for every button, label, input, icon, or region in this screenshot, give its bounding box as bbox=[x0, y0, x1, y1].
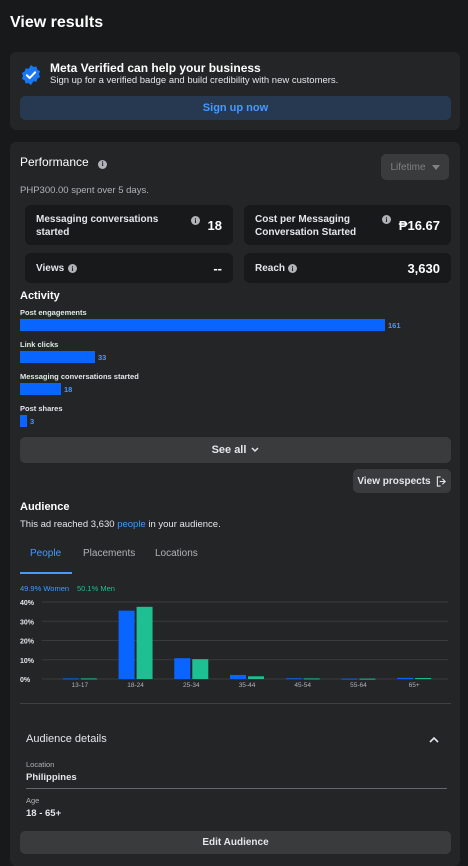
tab-locations[interactable]: Locations bbox=[155, 548, 198, 559]
active-tab-indicator bbox=[20, 572, 72, 574]
legend-men: 50.1% Men bbox=[77, 584, 115, 593]
metric-card-views: Views i -- bbox=[25, 253, 233, 283]
metric-card-reach: Reach i 3,630 bbox=[244, 253, 451, 283]
activity-value: 161 bbox=[388, 321, 401, 330]
reach-prefix: This ad reached 3,630 bbox=[20, 519, 118, 530]
x-tick-label: 45-54 bbox=[294, 682, 311, 689]
divider bbox=[26, 788, 447, 789]
bar-women-55-64[interactable] bbox=[341, 678, 358, 680]
age-gender-chart: 0% 10% 20% 30% 40% 13-17 18-24 25-34 35-44 45-54 5… bbox=[20, 600, 448, 689]
activity-bar bbox=[20, 415, 27, 427]
activity-label: Post engagements bbox=[20, 308, 87, 317]
location-value: Philippines bbox=[26, 772, 77, 783]
audience-reach-text: This ad reached 3,630 people in your aud… bbox=[20, 519, 221, 530]
activity-value: 18 bbox=[64, 385, 73, 394]
spent-summary: PHP300.00 spent over 5 days. bbox=[20, 185, 149, 196]
y-tick-label: 0% bbox=[20, 677, 31, 684]
metric-value: 3,630 bbox=[407, 261, 440, 276]
x-tick-label: 25-34 bbox=[183, 682, 200, 689]
bar-women-65+[interactable] bbox=[397, 677, 414, 679]
metric-card-cost-per-conversation: Cost per Messaging Conversation Started … bbox=[244, 205, 451, 245]
legend-women: 49.9% Women bbox=[20, 584, 70, 593]
info-icon[interactable]: i bbox=[98, 159, 108, 169]
info-icon[interactable]: i bbox=[191, 216, 200, 225]
activity-label: Link clicks bbox=[20, 340, 59, 349]
date-range-select[interactable]: Lifetime bbox=[381, 154, 449, 180]
tab-people[interactable]: People bbox=[30, 548, 61, 559]
metric-label: Reach bbox=[255, 263, 286, 274]
bar-men-13-17[interactable] bbox=[80, 678, 97, 680]
activity-label: Messaging conversations started bbox=[20, 372, 139, 381]
x-tick-label: 13-17 bbox=[72, 682, 89, 689]
bar-women-13-17[interactable] bbox=[62, 678, 79, 680]
activity-label: Post shares bbox=[20, 404, 63, 413]
bar-men-35-44[interactable] bbox=[248, 676, 264, 679]
bar-women-35-44[interactable] bbox=[230, 674, 246, 679]
x-tick-label: 18-24 bbox=[127, 682, 144, 689]
verified-subtext: Sign up for a verified badge and build c… bbox=[50, 75, 339, 86]
bar-women-18-24[interactable] bbox=[118, 610, 135, 679]
metric-label: Cost per Messaging Conversation Started bbox=[255, 214, 357, 238]
metric-label: Messaging conversations started bbox=[36, 214, 159, 238]
reach-suffix: in your audience. bbox=[145, 519, 221, 530]
view-prospects-label: View prospects bbox=[357, 475, 431, 487]
external-exit-icon bbox=[436, 475, 446, 487]
page-title: View results bbox=[10, 14, 104, 31]
bar-women-45-54[interactable] bbox=[285, 678, 302, 680]
see-all-button[interactable]: See all bbox=[20, 437, 451, 463]
date-range-value: Lifetime bbox=[390, 161, 426, 173]
location-label: Location bbox=[26, 760, 55, 769]
verified-badge-icon bbox=[21, 64, 41, 86]
bar-women-25-34[interactable] bbox=[174, 658, 191, 679]
bar-men-25-34[interactable] bbox=[192, 659, 209, 679]
info-icon[interactable]: i bbox=[68, 264, 77, 273]
y-tick-label: 10% bbox=[20, 658, 35, 665]
people-link[interactable]: people bbox=[117, 519, 146, 530]
verified-heading: Meta Verified can help your business bbox=[50, 61, 261, 75]
sign-up-now-button[interactable]: Sign up now bbox=[20, 96, 451, 120]
metric-label: Views bbox=[36, 263, 65, 274]
x-tick-label: 35-44 bbox=[239, 682, 256, 689]
age-value: 18 - 65+ bbox=[26, 808, 62, 819]
activity-bar bbox=[20, 319, 385, 331]
info-icon[interactable]: i bbox=[382, 215, 391, 224]
age-label: Age bbox=[26, 796, 40, 805]
metric-value: 18 bbox=[207, 218, 222, 233]
bar-men-65+[interactable] bbox=[415, 678, 432, 680]
view-prospects-button[interactable]: View prospects bbox=[353, 469, 451, 493]
activity-title: Activity bbox=[20, 290, 60, 302]
tab-placements[interactable]: Placements bbox=[83, 548, 135, 559]
metric-value: ₱16.67 bbox=[398, 218, 440, 233]
y-tick-label: 30% bbox=[20, 619, 35, 626]
activity-value: 3 bbox=[30, 417, 35, 426]
performance-card bbox=[10, 142, 460, 866]
caret-down-icon bbox=[431, 164, 440, 170]
metric-card-messaging: Messaging conversations started i 18 bbox=[25, 205, 233, 245]
chevron-up-icon[interactable] bbox=[428, 734, 440, 746]
see-all-label: See all bbox=[211, 444, 247, 456]
chevron-down-icon bbox=[251, 447, 259, 453]
x-tick-label: 55-64 bbox=[350, 682, 367, 689]
metric-value: -- bbox=[213, 261, 222, 276]
info-icon[interactable]: i bbox=[288, 264, 297, 273]
bar-men-45-54[interactable] bbox=[303, 678, 320, 680]
audience-details-title: Audience details bbox=[26, 733, 107, 745]
bar-men-55-64[interactable] bbox=[359, 678, 376, 680]
audience-title: Audience bbox=[20, 501, 70, 513]
divider bbox=[20, 703, 451, 704]
bar-men-18-24[interactable] bbox=[136, 606, 153, 679]
activity-bar bbox=[20, 383, 61, 395]
performance-title: Performance bbox=[20, 155, 89, 169]
x-tick-label: 65+ bbox=[409, 682, 420, 689]
edit-audience-button[interactable]: Edit Audience bbox=[20, 831, 451, 854]
performance-heading: Performance i bbox=[20, 155, 108, 169]
activity-value: 33 bbox=[98, 353, 107, 362]
y-tick-label: 40% bbox=[20, 600, 35, 607]
activity-bar bbox=[20, 351, 95, 363]
y-tick-label: 20% bbox=[20, 639, 35, 646]
